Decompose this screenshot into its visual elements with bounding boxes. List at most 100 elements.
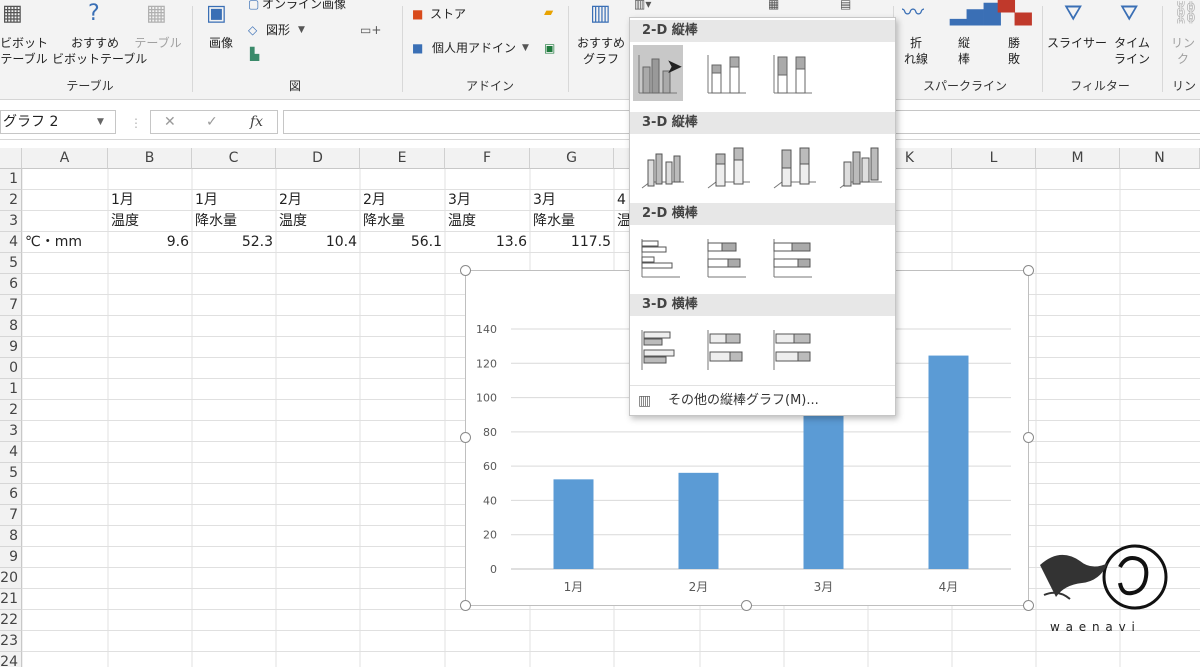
row-header[interactable]: 4 [0, 232, 22, 253]
row-header[interactable]: 6 [0, 274, 22, 295]
cell-month[interactable]: 1月 [192, 190, 276, 211]
cell-month[interactable]: 3月 [530, 190, 614, 211]
clustered-bar-option[interactable] [636, 229, 686, 285]
cell-unit[interactable]: ℃・mm [22, 232, 108, 253]
row-header[interactable]: 6 [0, 484, 22, 505]
row-header[interactable]: 3 [0, 211, 22, 232]
cell-measure[interactable]: 温度 [276, 211, 360, 232]
resize-handle[interactable] [741, 600, 752, 611]
stacked-bar-option[interactable] [702, 229, 752, 285]
column-header-M[interactable]: M [1036, 148, 1120, 169]
column-header-B[interactable]: B [108, 148, 192, 169]
cell-measure[interactable]: 降水量 [192, 211, 276, 232]
cell-value[interactable]: 13.6 [445, 232, 530, 253]
3d-stacked-100-column-option[interactable] [770, 138, 820, 194]
bar-2[interactable] [678, 472, 719, 569]
stacked-column-option[interactable] [702, 45, 752, 101]
column-header-L[interactable]: L [952, 148, 1036, 169]
cell-month[interactable]: 1月 [108, 190, 192, 211]
row-header[interactable]: 1 [0, 379, 22, 400]
people-graph-icon[interactable]: ▣ [544, 40, 555, 56]
row-header[interactable]: 23 [0, 631, 22, 652]
more-column-charts-item[interactable]: ▥ その他の縦棒グラフ(M)... [630, 385, 895, 415]
column-header-C[interactable]: C [192, 148, 276, 169]
3d-clustered-column-option[interactable] [638, 138, 688, 194]
row-header[interactable]: 7 [0, 295, 22, 316]
bar-4[interactable] [928, 355, 969, 569]
row-header[interactable]: 5 [0, 463, 22, 484]
resize-handle[interactable] [460, 432, 471, 443]
picture-button[interactable]: 画像 [200, 35, 242, 51]
stacked-100-column-option[interactable] [768, 45, 818, 101]
row-header[interactable]: 21 [0, 589, 22, 610]
column-header-N[interactable]: N [1120, 148, 1200, 169]
recommended-chart-button[interactable]: おすすめ グラフ [574, 35, 628, 67]
3d-stacked-bar-option[interactable] [702, 320, 752, 376]
shapes-button[interactable]: 図形 [266, 22, 290, 38]
cancel-icon[interactable]: ✕ [164, 114, 176, 130]
enter-icon[interactable]: ✓ [206, 114, 218, 130]
name-box-dropdown-icon[interactable]: ▼ [97, 117, 104, 127]
screenshot-icon[interactable]: ▭+ [360, 22, 381, 38]
chart-icon[interactable]: ▦ [768, 0, 779, 12]
cell-measure[interactable]: 降水量 [360, 211, 445, 232]
cell-month[interactable]: 3月 [445, 190, 530, 211]
row-header[interactable]: 2 [0, 400, 22, 421]
sparkline-column-button[interactable]: 縦 棒 [944, 35, 984, 67]
table-button[interactable]: テーブル [134, 35, 182, 51]
cell-measure[interactable]: 温度 [108, 211, 192, 232]
cell-value[interactable]: 10.4 [276, 232, 360, 253]
column-header-D[interactable]: D [276, 148, 360, 169]
row-header[interactable]: 5 [0, 253, 22, 274]
row-header[interactable]: 8 [0, 316, 22, 337]
cell-month[interactable]: 2月 [276, 190, 360, 211]
3d-stacked-column-option[interactable] [704, 138, 754, 194]
row-header[interactable]: 8 [0, 526, 22, 547]
link-button[interactable]: リン ク [1166, 35, 1200, 67]
bar-1[interactable] [553, 479, 594, 569]
pivot-table-button[interactable]: ビボット テーブル [0, 35, 48, 67]
column-header-F[interactable]: F [445, 148, 530, 169]
cell-measure[interactable]: 降水量 [530, 211, 614, 232]
resize-handle[interactable] [460, 265, 471, 276]
3d-stacked-100-bar-option[interactable] [768, 320, 818, 376]
select-all-corner[interactable] [0, 148, 22, 169]
row-header[interactable]: 9 [0, 547, 22, 568]
slicer-button[interactable]: スライサー [1046, 35, 1108, 51]
cell-value[interactable]: 117.5 [530, 232, 614, 253]
cell-value[interactable]: 56.1 [360, 232, 445, 253]
cell-value[interactable]: 52.3 [192, 232, 276, 253]
cell-measure[interactable]: 温度 [445, 211, 530, 232]
3d-clustered-bar-option[interactable] [636, 320, 686, 376]
column-header-E[interactable]: E [360, 148, 445, 169]
timeline-button[interactable]: タイム ライン [1110, 35, 1154, 67]
pivot-chart-icon[interactable]: ▤ [840, 0, 851, 12]
resize-handle[interactable] [1023, 432, 1034, 443]
row-header[interactable]: 3 [0, 421, 22, 442]
row-header[interactable]: 22 [0, 610, 22, 631]
row-header[interactable]: 0 [0, 358, 22, 379]
row-header[interactable]: 2 [0, 190, 22, 211]
resize-handle[interactable] [1023, 265, 1034, 276]
resize-handle[interactable] [460, 600, 471, 611]
column-chart-icon[interactable]: ▥▾ [634, 0, 651, 12]
row-header[interactable]: 7 [0, 505, 22, 526]
row-header[interactable]: 1 [0, 169, 22, 190]
row-header[interactable]: 20 [0, 568, 22, 589]
cell-value[interactable]: 9.6 [108, 232, 192, 253]
row-header[interactable]: 24 [0, 652, 22, 667]
cell-month[interactable]: 2月 [360, 190, 445, 211]
sparkline-line-button[interactable]: 折 れ線 [896, 35, 936, 67]
my-addins-button[interactable]: 個人用アドイン [432, 40, 516, 56]
row-header[interactable]: 9 [0, 337, 22, 358]
column-header-A[interactable]: A [22, 148, 108, 169]
bing-icon[interactable]: ▰ [544, 4, 553, 20]
store-button[interactable]: ストア [430, 6, 466, 22]
row-header[interactable]: 4 [0, 442, 22, 463]
column-header-G[interactable]: G [530, 148, 614, 169]
sparkline-winloss-button[interactable]: 勝 敗 [994, 35, 1034, 67]
recommended-pivot-button[interactable]: おすすめ ビボットテーブル [52, 35, 147, 67]
online-picture-button[interactable]: オンライン画像 [262, 0, 346, 12]
3d-column-option[interactable] [836, 138, 886, 194]
insert-function-icon[interactable]: fx [250, 114, 263, 130]
